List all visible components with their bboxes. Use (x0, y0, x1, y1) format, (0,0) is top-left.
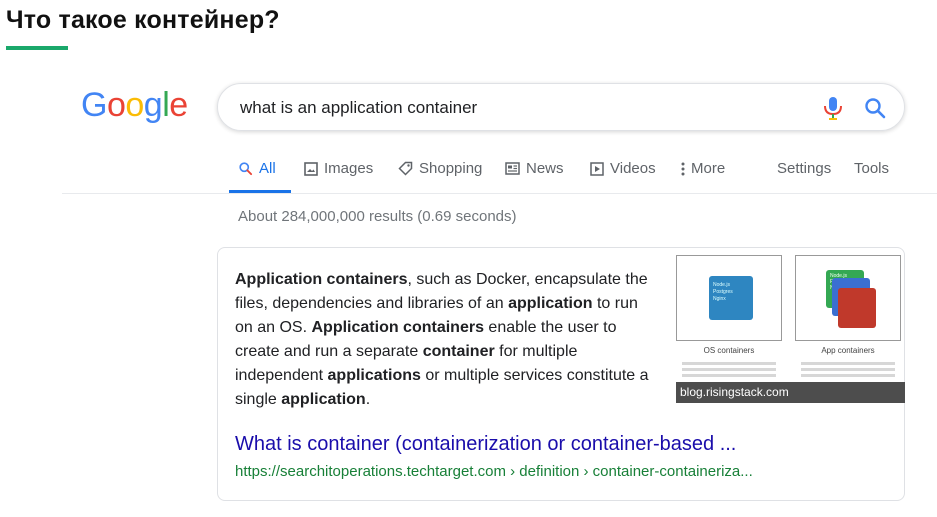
snippet-highlight: application (508, 295, 593, 312)
tab-news[interactable]: News (505, 160, 564, 177)
tag-icon (398, 161, 413, 176)
tab-more-label: More (691, 160, 726, 177)
tabs-divider (62, 193, 937, 194)
tab-images-label: Images (324, 160, 374, 177)
result-title-link[interactable]: What is container (containerization or c… (235, 433, 736, 456)
logo-letter: G (81, 86, 107, 124)
snippet-highlight: applications (327, 367, 421, 384)
more-vert-icon (681, 162, 685, 175)
snippet-text: Application containers, such as Docker, … (235, 268, 655, 412)
tab-all-label: All (259, 160, 276, 177)
snippet-highlight: container (422, 343, 495, 360)
app-container-box-red (838, 288, 876, 328)
play-icon (590, 161, 604, 176)
tab-settings-label: Settings (777, 160, 832, 177)
app-caption-lines (795, 359, 901, 380)
search-icon (239, 162, 253, 176)
featured-snippet-card: Application containers, such as Docker, … (217, 247, 905, 501)
tab-videos-label: Videos (610, 160, 656, 177)
snippet-highlight: Application containers (311, 319, 484, 336)
box-label: Postgres (713, 289, 733, 295)
os-caption-lines (676, 359, 782, 380)
slide-title: Что такое контейнер? (6, 6, 280, 34)
mic-icon[interactable] (822, 95, 844, 121)
result-stats: About 284,000,000 results (0.69 seconds) (238, 208, 517, 225)
search-input[interactable]: what is an application container (240, 98, 477, 118)
os-containers-panel: Node.js Postgres Nginx (676, 255, 782, 341)
box-label: Nginx (713, 296, 726, 302)
app-containers-caption: App containers (821, 346, 875, 355)
logo-letter: o (125, 86, 144, 124)
box-label: Node.js (713, 282, 730, 288)
tab-more[interactable]: More (681, 160, 725, 177)
os-box-labels: Node.js Postgres Nginx (713, 282, 733, 303)
tab-images[interactable]: Images (304, 160, 373, 177)
google-logo[interactable]: Google (81, 86, 188, 125)
logo-letter: o (106, 86, 126, 124)
tab-shopping[interactable]: Shopping (398, 160, 482, 177)
logo-letter: g (143, 86, 163, 124)
tab-tools-label: Tools (854, 160, 890, 177)
snippet-highlight: Application containers (235, 271, 408, 288)
os-container-box: Node.js Postgres Nginx (709, 276, 753, 320)
logo-letter: l (162, 86, 170, 124)
title-underline (6, 46, 68, 50)
snippet-highlight: application (281, 391, 366, 408)
tab-news-label: News (526, 160, 564, 177)
tab-videos[interactable]: Videos (590, 160, 656, 177)
tab-shopping-label: Shopping (419, 160, 483, 177)
app-containers-panel: Node.jsPostgresNginx (795, 255, 901, 341)
newspaper-icon (505, 162, 520, 175)
search-icon[interactable] (863, 96, 887, 120)
os-containers-caption: OS containers (703, 346, 755, 355)
result-url[interactable]: https://searchitoperations.techtarget.co… (235, 463, 753, 480)
image-source-label[interactable]: blog.risingstack.com (676, 382, 905, 403)
logo-letter: e (169, 86, 188, 124)
tab-settings[interactable]: Settings (777, 160, 831, 177)
tab-tools[interactable]: Tools (854, 160, 889, 177)
search-tabs: All Images Shopping News Videos More Set… (0, 150, 937, 194)
image-icon (304, 161, 318, 176)
snippet-segment: . (365, 391, 371, 408)
snippet-image[interactable]: Node.js Postgres Nginx OS containers Node.… (676, 255, 905, 403)
tab-all[interactable]: All (238, 160, 276, 177)
search-box[interactable]: what is an application container (217, 83, 905, 131)
